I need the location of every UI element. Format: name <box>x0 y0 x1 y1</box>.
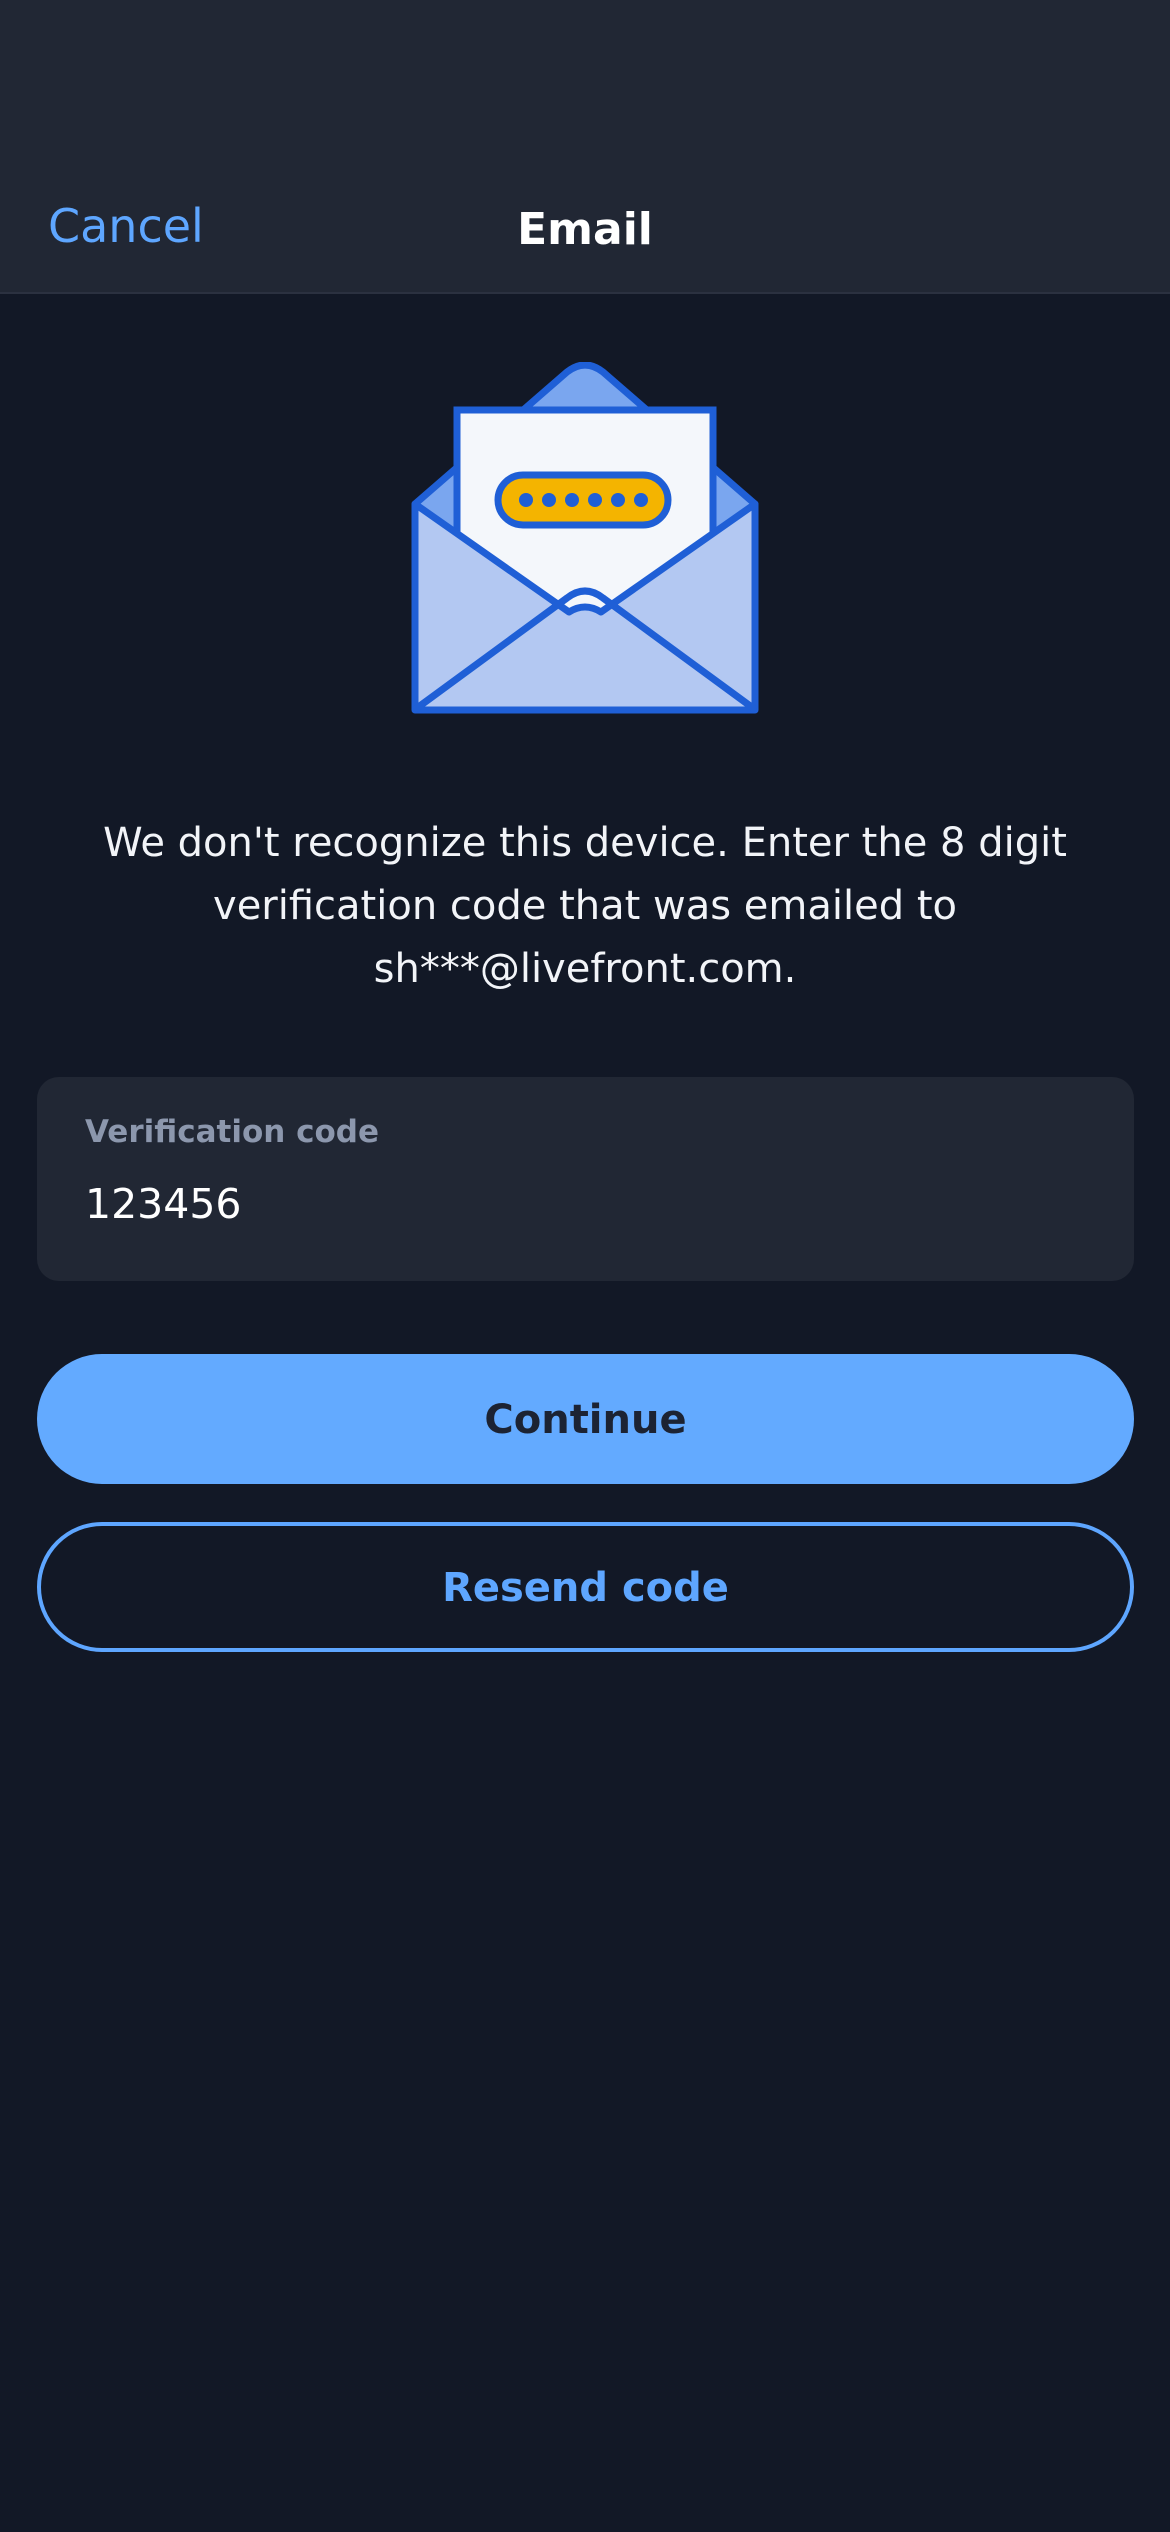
navigation-bar: Cancel Email <box>0 0 1170 294</box>
device-verification-message: We don't recognize this device. Enter th… <box>103 820 1067 992</box>
resend-code-button[interactable]: Resend code <box>37 1522 1134 1652</box>
verification-code-input[interactable] <box>85 1173 1085 1235</box>
open-envelope-icon <box>409 361 761 728</box>
verification-code-field[interactable]: Verification code <box>37 1077 1134 1281</box>
page-title: Email <box>517 204 653 255</box>
verification-code-label: Verification code <box>85 1114 380 1150</box>
continue-button[interactable]: Continue <box>37 1354 1134 1484</box>
